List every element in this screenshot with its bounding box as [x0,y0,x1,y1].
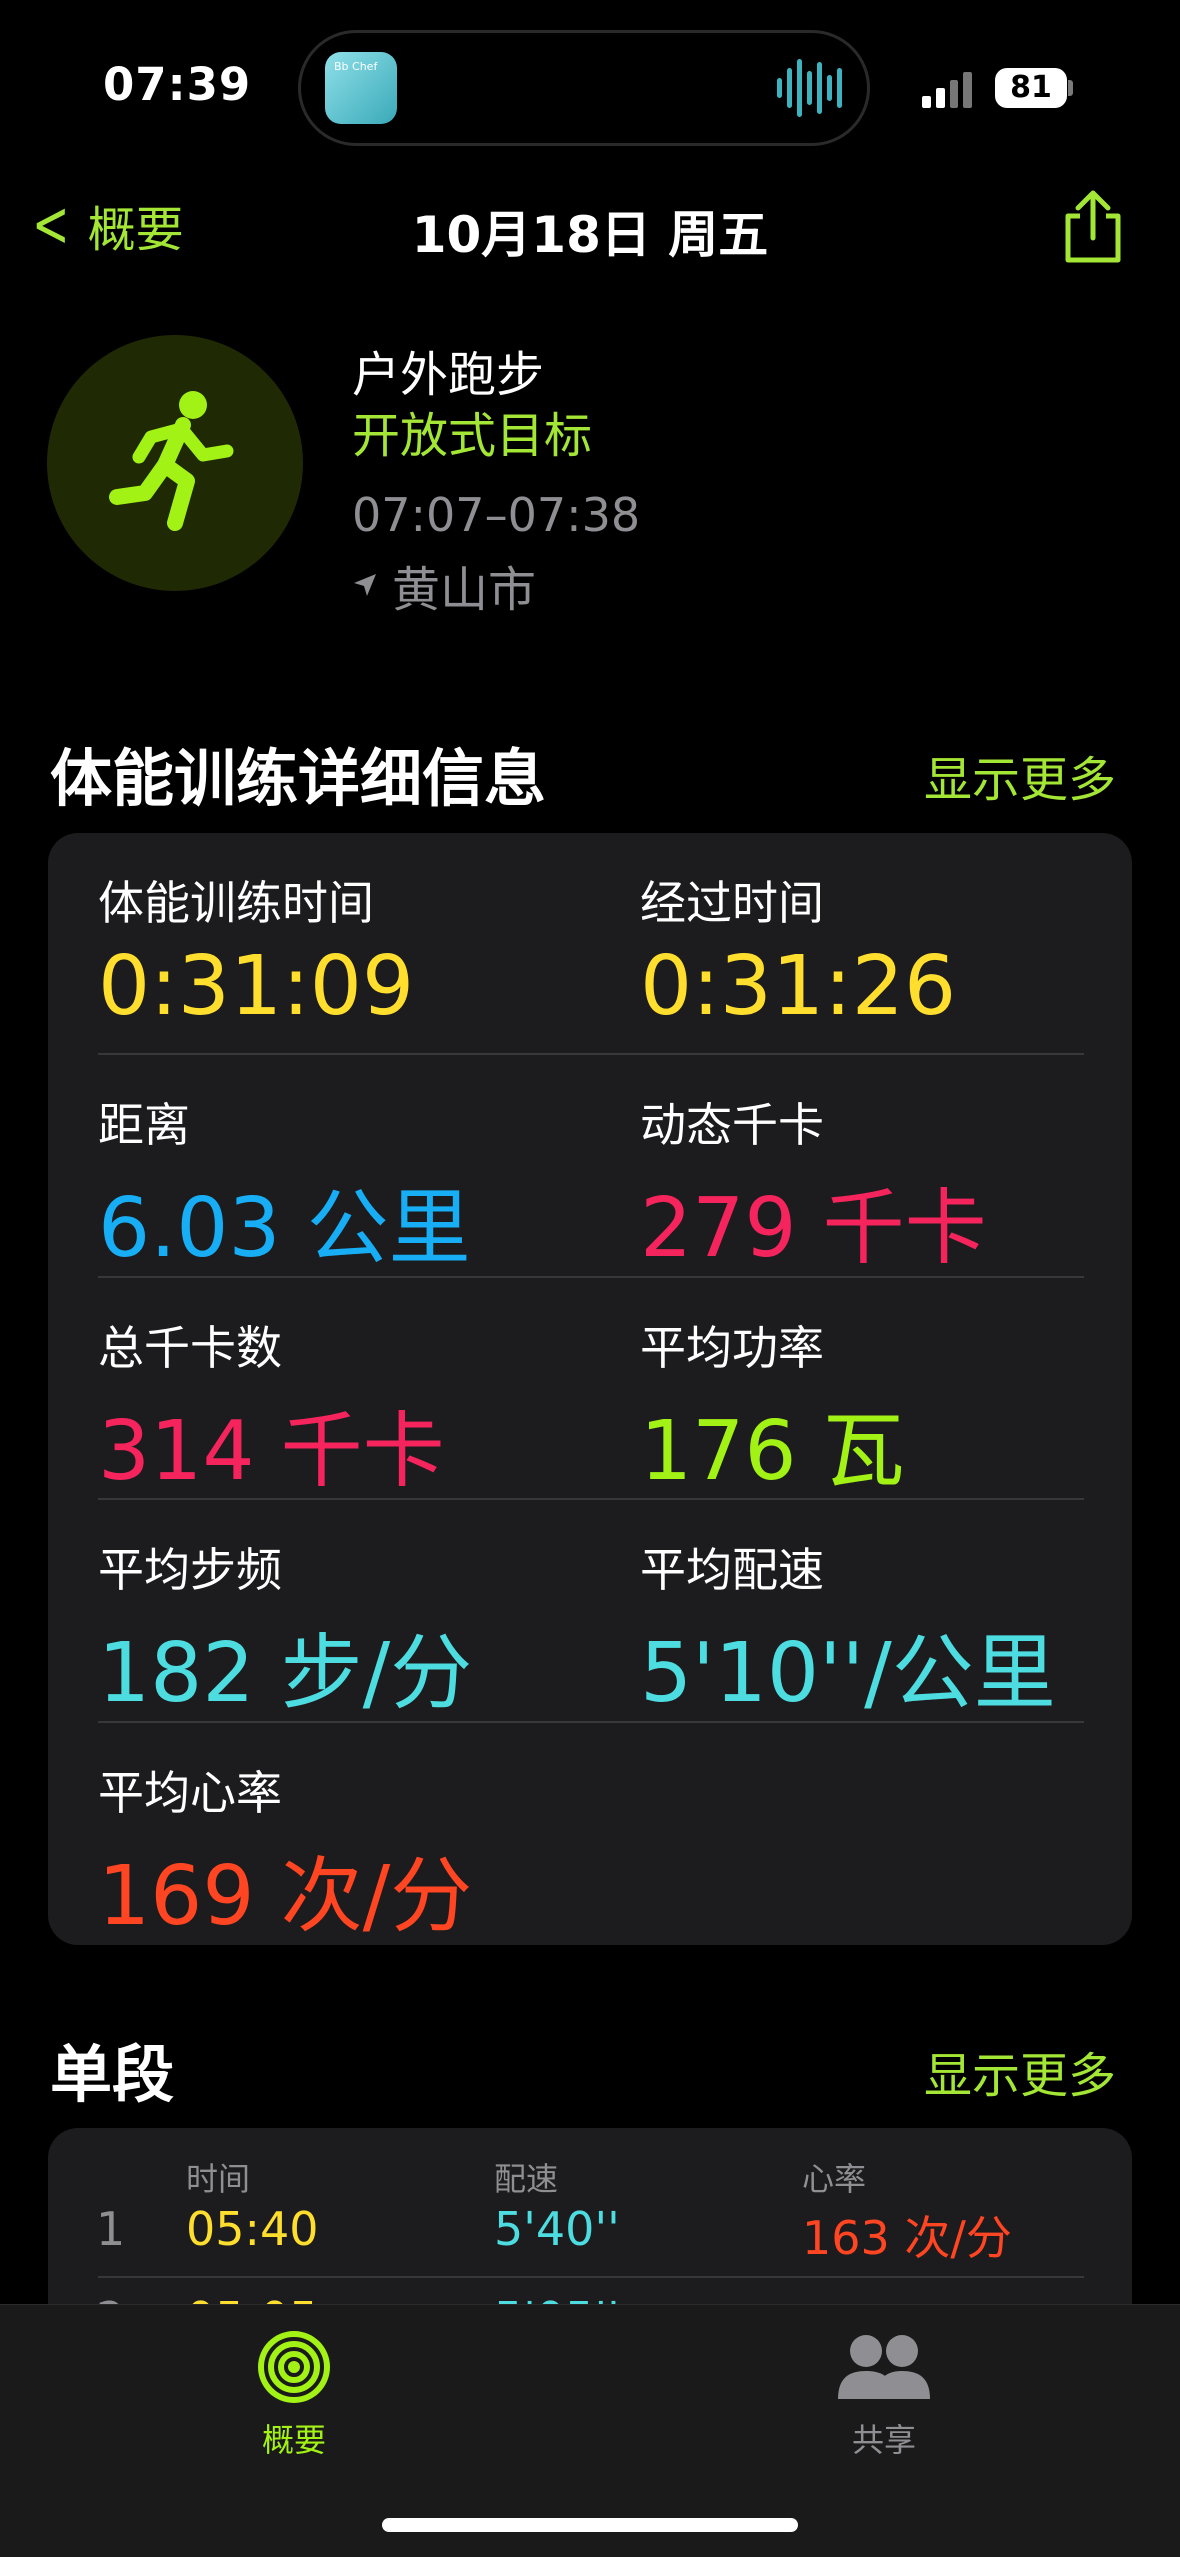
split-time: 05:40 [186,2202,319,2256]
divider [98,1498,1084,1500]
location-arrow-icon [354,574,376,596]
metric-total-calories: 总千卡数 314 千卡 [98,1312,598,1503]
split-pace: 5'40'' [494,2202,620,2256]
details-show-more-link[interactable]: 显示更多 [924,740,1116,810]
now-playing-app-icon[interactable]: Bb Chef [325,52,397,124]
workout-type: 户外跑步 [352,347,545,403]
metric-label: 动态千卡 [640,1098,824,1152]
metric-average-heart-rate: 平均心率 169 次/分 [98,1757,598,1948]
page-title: 10月18日 周五 [411,206,769,264]
divider [98,2276,1084,2278]
metric-active-calories: 动态千卡 279 千卡 [640,1089,1140,1280]
divider [98,1053,1084,1055]
cellular-signal-icon [922,70,972,108]
metric-value: 5'10''/公里 [640,1626,1056,1721]
metric-label: 总千卡数 [98,1321,282,1375]
metric-average-pace: 平均配速 5'10''/公里 [640,1534,1140,1725]
metric-workout-time: 体能训练时间 0:31:09 [98,867,598,1034]
metric-label: 经过时间 [640,876,824,930]
battery-cap [1068,80,1073,96]
splits-header-heart-rate: 心率 [802,2160,867,2198]
metric-label: 体能训练时间 [98,876,374,930]
share-icon [1065,190,1121,263]
metric-value: 0:31:26 [640,939,957,1034]
metric-label: 平均心率 [98,1766,282,1820]
metric-distance: 距离 6.03 公里 [98,1089,598,1280]
splits-header-time: 时间 [186,2160,251,2198]
status-time: 07:39 [103,58,252,111]
split-index: 1 [96,2202,126,2256]
outdoor-run-icon [47,335,303,591]
metric-elapsed-time: 经过时间 0:31:26 [640,867,1140,1034]
metric-value: 169 次/分 [98,1849,473,1944]
metric-average-cadence: 平均步频 182 步/分 [98,1534,598,1725]
divider [98,1721,1084,1723]
metric-value: 314 千卡 [98,1404,445,1499]
metric-value: 6.03 公里 [98,1181,471,1276]
audio-waveform-icon [777,55,843,121]
metric-label: 平均配速 [640,1543,824,1597]
metric-value: 0:31:09 [98,939,415,1034]
island-app-label: Bb Chef [334,60,378,73]
metric-label: 平均功率 [640,1321,824,1375]
metric-label: 平均步频 [98,1543,282,1597]
home-indicator[interactable] [382,2518,798,2532]
activity-rings-icon [258,2331,330,2403]
tab-summary[interactable]: 概要 [194,2329,394,2461]
workout-location: 黄山市 [352,550,536,620]
battery-indicator: 81 [995,68,1067,108]
metric-value: 182 步/分 [98,1626,473,1721]
splits-header-pace: 配速 [494,2160,559,2198]
metric-value: 279 千卡 [640,1181,987,1276]
splits-section-title: 单段 [50,2038,175,2111]
tab-sharing-label: 共享 [851,2421,916,2459]
share-button[interactable] [1058,188,1128,266]
details-section-title: 体能训练详细信息 [50,742,547,815]
workout-goal: 开放式目标 [352,408,593,464]
people-icon [838,2335,930,2399]
divider [98,1276,1084,1278]
metric-value: 176 瓦 [640,1404,905,1499]
workout-time-range: 07:07–07:38 [352,488,641,542]
location-label: 黄山市 [392,562,537,618]
metric-average-power: 平均功率 176 瓦 [640,1312,1140,1503]
splits-show-more-link[interactable]: 显示更多 [924,2036,1116,2106]
tab-summary-label: 概要 [261,2421,326,2459]
tab-sharing[interactable]: 共享 [784,2329,984,2461]
metric-label: 距离 [98,1098,190,1152]
workout-details-card[interactable]: 体能训练时间 0:31:09 经过时间 0:31:26 距离 6.03 公里 动… [48,833,1132,1945]
split-heart-rate: 163 次/分 [802,2211,1012,2265]
